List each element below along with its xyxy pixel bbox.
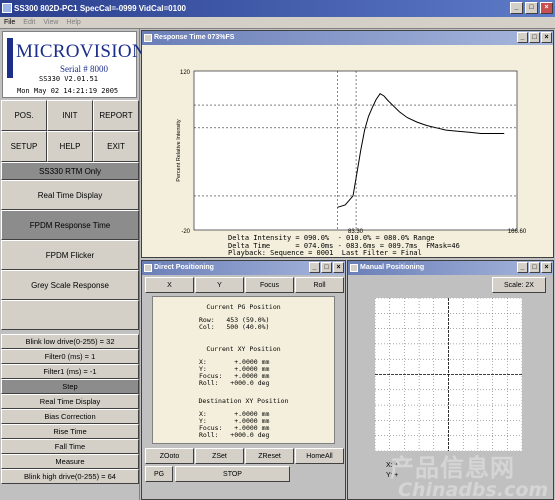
brand-logo: MICROVISION (16, 41, 146, 62)
response-time-title: Response Time 073%FS (154, 34, 235, 41)
response-time-window: Response Time 073%FS _ □ × 120 -20 83.30 16… (141, 30, 554, 258)
close-button[interactable]: × (333, 262, 344, 273)
xy-position-values: X: +.0000 mm Y: +.0000 mm Focus: +.0000 … (199, 358, 270, 387)
menu-file[interactable]: File (4, 17, 15, 28)
zreset-button[interactable]: ZReset (245, 448, 294, 464)
bias-correction-button[interactable]: Bias Correction (1, 409, 139, 424)
minimize-button[interactable]: _ (517, 262, 528, 273)
stop-button[interactable]: STOP (175, 466, 290, 482)
zero-buttons: ZOoto ZSet ZReset HomeAll (145, 448, 344, 464)
maximize-button[interactable]: □ (525, 2, 538, 14)
x-tick-label-mid: 83.30 (348, 229, 364, 233)
left-control-panel: MICROVISION Serial # 8000 SS330 V2.01.51… (0, 29, 146, 500)
minimize-button[interactable]: _ (517, 32, 528, 43)
window-icon (144, 264, 152, 272)
manual-positioning-title: Manual Positioning (360, 264, 425, 271)
window-icon (350, 264, 358, 272)
logo-panel: MICROVISION Serial # 8000 SS330 V2.01.51… (2, 31, 146, 98)
app-titlebar: SS300 802D-PC1 SpecCal=-0999 VidCal=0100… (0, 0, 555, 17)
rise-time-button[interactable]: Rise Time (1, 424, 139, 439)
close-button[interactable]: × (541, 32, 552, 43)
response-time-chart: 120-2083.30166.60Time (milliseconds)Perc… (176, 70, 527, 233)
report-button[interactable]: REPORT (93, 100, 139, 131)
response-time-titlebar: Response Time 073%FS _ □ × (142, 31, 553, 45)
home-all-button[interactable]: HomeAll (295, 448, 344, 464)
watermark-text-en: Chinadbs.com (398, 479, 549, 500)
fall-time-button[interactable]: Fall Time (1, 439, 139, 454)
logo-mark-icon (7, 38, 13, 78)
manual-position-grid[interactable] (375, 298, 522, 451)
x-tick-label-end: 166.60 (508, 229, 527, 233)
real-time-display-button[interactable]: Real Time Display (1, 180, 139, 210)
real-time-display-2-button[interactable]: Real Time Display (1, 394, 139, 409)
maximize-button[interactable]: □ (321, 262, 332, 273)
rtm-mode-label[interactable]: SS330 RTM Only (1, 162, 139, 180)
watermark-text-cn: 产品信息网 (390, 454, 515, 482)
step-button[interactable]: Step (1, 379, 139, 394)
pg-position-heading: Current PG Position (206, 303, 281, 311)
blink-low-drive-button[interactable]: Blink low drive(0-255) = 32 (1, 334, 139, 349)
serial-number: Serial # 8000 (60, 64, 108, 74)
zgoto-button[interactable]: ZOoto (145, 448, 194, 464)
zset-button[interactable]: ZSet (195, 448, 244, 464)
menu-view[interactable]: View (43, 17, 58, 28)
pg-button[interactable]: PG (145, 466, 173, 482)
maximize-button[interactable]: □ (529, 262, 540, 273)
x-axis-button[interactable]: X (145, 277, 194, 293)
menu-bar: File Edit View Help (0, 17, 555, 29)
app-icon (2, 3, 12, 13)
y-axis-button[interactable]: Y (195, 277, 244, 293)
maximize-button[interactable]: □ (529, 32, 540, 43)
measurement-readout: Delta Intensity = 090.0% - 010.0% = 080.… (228, 234, 460, 258)
fpdm-response-time-button[interactable]: FPDM Response Time (1, 210, 139, 240)
measure-button[interactable]: Measure (1, 454, 139, 469)
init-button[interactable]: INIT (47, 100, 93, 131)
axis-buttons: X Y Focus Roll (145, 277, 344, 293)
position-info-panel: Current PG Position Row: 453 (59.0%) Col… (152, 296, 335, 444)
grey-scale-response-button[interactable]: Grey Scale Response (1, 270, 139, 300)
minimize-button[interactable]: _ (309, 262, 320, 273)
y-tick-label-bottom: -20 (181, 229, 190, 233)
focus-button[interactable]: Focus (245, 277, 294, 293)
minimize-button[interactable]: _ (510, 2, 523, 14)
plot-area (193, 70, 518, 231)
app-title: SS300 802D-PC1 SpecCal=-0999 VidCal=0100 (14, 4, 186, 13)
watermark: 产品信息网 Chinadbs.com (390, 448, 548, 500)
roll-button[interactable]: Roll (295, 277, 344, 293)
direct-positioning-title: Direct Positioning (154, 264, 214, 271)
filter0-button[interactable]: Filter0 (ms) = 1 (1, 349, 139, 364)
xy-position-heading: Current XY Position (206, 345, 281, 353)
pg-position-values: Row: 453 (59.0%) Col: 500 (40.0%) (199, 316, 270, 331)
software-version: SS330 V2.01.51 (39, 75, 99, 83)
direct-positioning-titlebar: Direct Positioning _ □ × (142, 261, 345, 275)
y-tick-label-top: 120 (180, 70, 191, 76)
close-button[interactable]: × (541, 262, 552, 273)
scale-button[interactable]: Scale: 2X (492, 277, 546, 293)
empty-button[interactable] (1, 300, 139, 330)
parameter-button-stack: Blink low drive(0-255) = 32 Filter0 (ms)… (1, 334, 139, 484)
readout-playback: Playback: Sequence = 0001 Last Filter = … (228, 249, 422, 257)
close-button[interactable]: × (540, 2, 553, 14)
menu-help[interactable]: Help (66, 17, 80, 28)
menu-edit[interactable]: Edit (23, 17, 35, 28)
current-datetime: Mon May 02 14:21:19 2005 (17, 87, 119, 95)
main-command-grid: POS. INIT REPORT SETUP HELP EXIT (1, 100, 139, 162)
help-button[interactable]: HELP (47, 131, 93, 162)
fpdm-flicker-button[interactable]: FPDM Flicker (1, 240, 139, 270)
window-icon (144, 34, 152, 42)
filter1-button[interactable]: Filter1 (ms) = -1 (1, 364, 139, 379)
mode-button-stack: SS330 RTM Only Real Time Display FPDM Re… (1, 162, 139, 330)
setup-button[interactable]: SETUP (1, 131, 47, 162)
destination-values: X: +.0000 mm Y: +.0000 mm Focus: +.0000 … (199, 410, 270, 439)
blink-high-drive-button[interactable]: Blink high drive(0-255) = 64 (1, 469, 139, 484)
manual-positioning-titlebar: Manual Positioning _ □ × (348, 261, 553, 275)
destination-heading: Destination XY Position (198, 397, 289, 405)
pos-button[interactable]: POS. (1, 100, 47, 131)
direct-positioning-window: Direct Positioning _ □ × X Y Focus Roll … (141, 260, 346, 500)
y-axis-label: Percent Relative Intensity (176, 119, 182, 182)
exit-button[interactable]: EXIT (93, 131, 139, 162)
